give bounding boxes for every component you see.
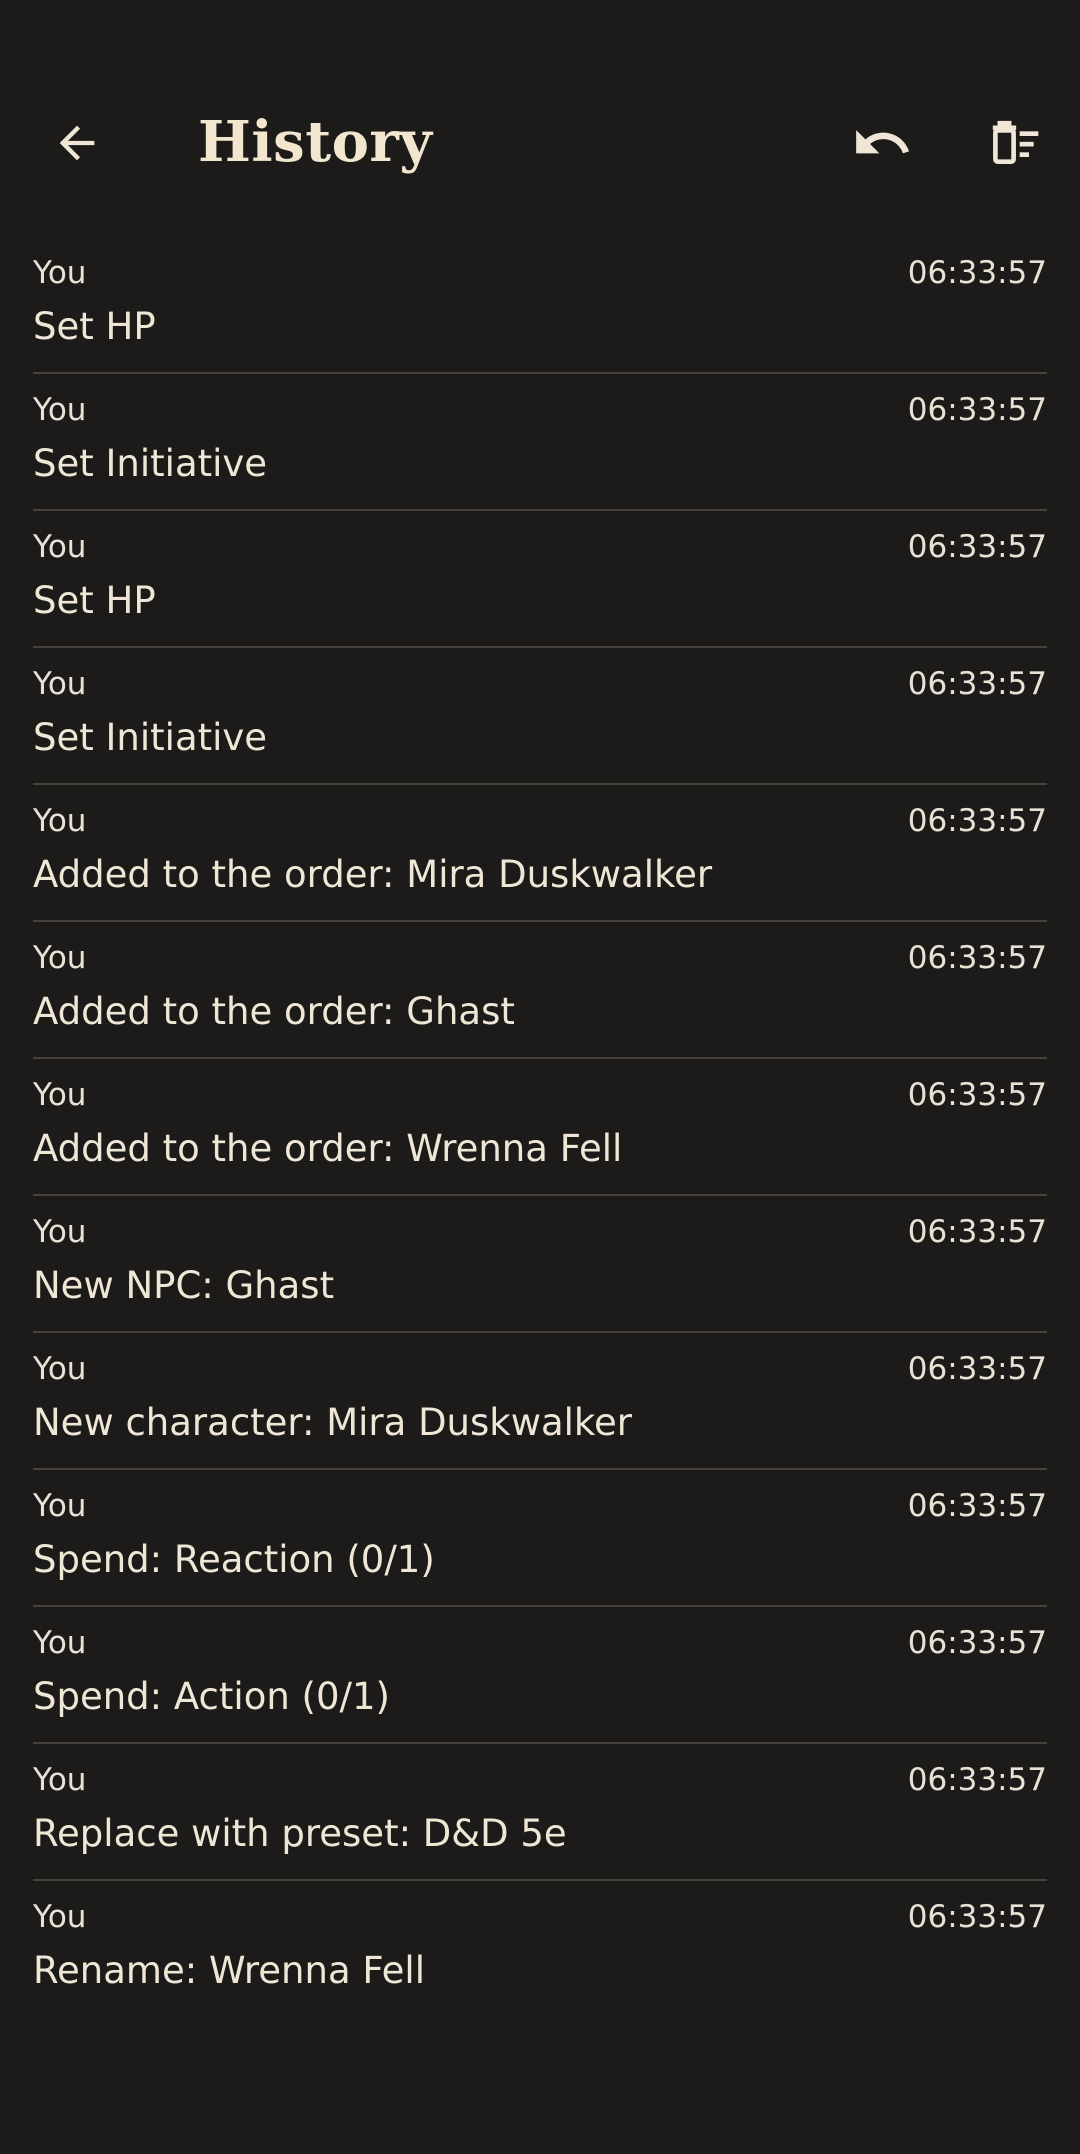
- clear-history-icon: [992, 120, 1039, 164]
- history-description: Set Initiative: [33, 716, 268, 759]
- history-item[interactable]: You 06:33:57 Spend: Action (0/1): [33, 1607, 1047, 1744]
- undo-icon: [856, 130, 910, 154]
- top-app-bar: History: [0, 80, 1080, 206]
- clear-history-button[interactable]: [965, 93, 1065, 193]
- history-description: Added to the order: Ghast: [33, 990, 515, 1033]
- history-item[interactable]: You 06:33:57 Set Initiative: [33, 374, 1047, 511]
- history-timestamp: 06:33:57: [907, 803, 1047, 839]
- history-actor: You: [33, 392, 87, 428]
- history-timestamp: 06:33:57: [907, 1488, 1047, 1524]
- history-item[interactable]: You 06:33:57 Set HP: [33, 511, 1047, 648]
- history-description: Replace with preset: D&D 5e: [33, 1812, 567, 1855]
- history-description: Spend: Action (0/1): [33, 1675, 390, 1718]
- history-item[interactable]: You 06:33:57 Added to the order: Mira Du…: [33, 785, 1047, 922]
- history-actor: You: [33, 255, 87, 291]
- history-actor: You: [33, 1214, 87, 1250]
- undo-button[interactable]: [832, 93, 932, 193]
- history-description: Added to the order: Wrenna Fell: [33, 1127, 623, 1170]
- history-timestamp: 06:33:57: [907, 1214, 1047, 1250]
- history-item[interactable]: You 06:33:57 Added to the order: Wrenna …: [33, 1059, 1047, 1196]
- history-description: Set HP: [33, 305, 156, 348]
- back-button[interactable]: [27, 93, 127, 193]
- history-actor: You: [33, 1762, 87, 1798]
- page-title: History: [198, 109, 433, 175]
- history-timestamp: 06:33:57: [907, 1762, 1047, 1798]
- history-actor: You: [33, 1488, 87, 1524]
- history-timestamp: 06:33:57: [907, 1899, 1047, 1935]
- history-actor: You: [33, 940, 87, 976]
- history-actor: You: [33, 803, 87, 839]
- history-timestamp: 06:33:57: [907, 392, 1047, 428]
- history-description: Rename: Wrenna Fell: [33, 1949, 425, 1992]
- history-actor: You: [33, 529, 87, 565]
- history-timestamp: 06:33:57: [907, 1625, 1047, 1661]
- history-list: You 06:33:57 Set HP You 06:33:57 Set Ini…: [33, 237, 1047, 2018]
- history-item[interactable]: You 06:33:57 Added to the order: Ghast: [33, 922, 1047, 1059]
- history-timestamp: 06:33:57: [907, 1351, 1047, 1387]
- history-item[interactable]: You 06:33:57 New NPC: Ghast: [33, 1196, 1047, 1333]
- history-description: Set HP: [33, 579, 156, 622]
- history-timestamp: 06:33:57: [907, 1077, 1047, 1113]
- history-actor: You: [33, 1077, 87, 1113]
- history-actor: You: [33, 666, 87, 702]
- history-actor: You: [33, 1351, 87, 1387]
- history-item[interactable]: You 06:33:57 Spend: Reaction (0/1): [33, 1470, 1047, 1607]
- history-description: Spend: Reaction (0/1): [33, 1538, 435, 1581]
- history-timestamp: 06:33:57: [907, 255, 1047, 291]
- arrow-back-icon: [59, 125, 95, 161]
- history-actor: You: [33, 1899, 87, 1935]
- history-timestamp: 06:33:57: [907, 940, 1047, 976]
- history-item[interactable]: You 06:33:57 Replace with preset: D&D 5e: [33, 1744, 1047, 1881]
- history-timestamp: 06:33:57: [907, 529, 1047, 565]
- history-item[interactable]: You 06:33:57 Set HP: [33, 237, 1047, 374]
- history-description: Set Initiative: [33, 442, 268, 485]
- history-description: Added to the order: Mira Duskwalker: [33, 853, 713, 896]
- history-item[interactable]: You 06:33:57 New character: Mira Duskwal…: [33, 1333, 1047, 1470]
- history-item[interactable]: You 06:33:57 Rename: Wrenna Fell: [33, 1881, 1047, 2018]
- history-timestamp: 06:33:57: [907, 666, 1047, 702]
- history-description: New character: Mira Duskwalker: [33, 1401, 633, 1444]
- history-actor: You: [33, 1625, 87, 1661]
- history-description: New NPC: Ghast: [33, 1264, 335, 1307]
- history-item[interactable]: You 06:33:57 Set Initiative: [33, 648, 1047, 785]
